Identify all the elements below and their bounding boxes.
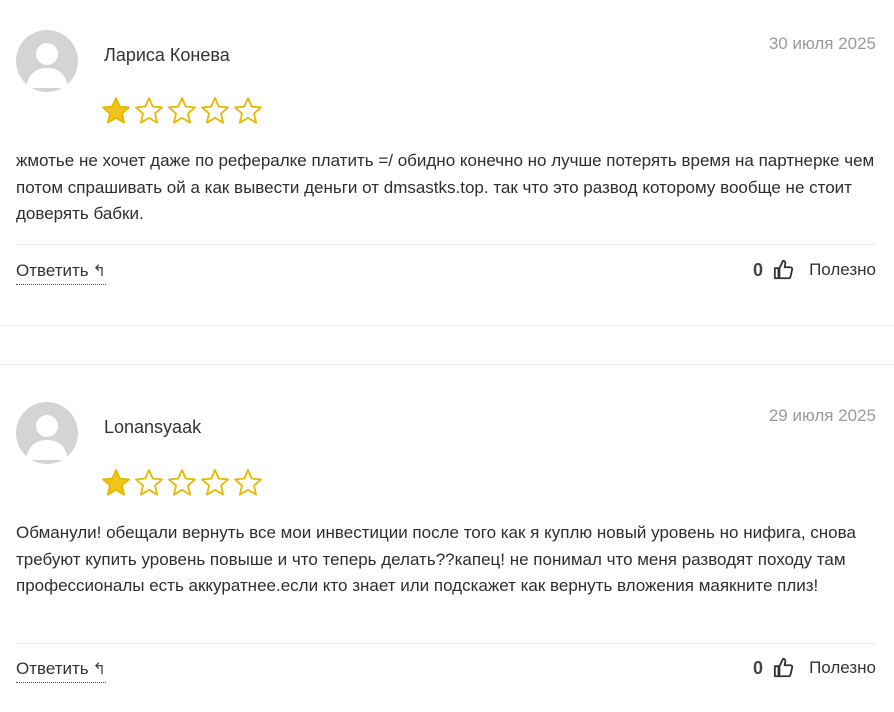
- star-empty-icon: [234, 469, 262, 496]
- divider: [16, 244, 876, 245]
- reply-button[interactable]: Ответить ↰: [16, 261, 107, 285]
- star-empty-icon: [201, 97, 229, 124]
- star-filled-icon: [102, 97, 130, 124]
- author-name: Lonansyaak: [104, 417, 202, 437]
- useful-label[interactable]: Полезно: [809, 260, 876, 280]
- star-empty-icon: [135, 97, 163, 124]
- author-name: Лариса Конева: [104, 45, 230, 65]
- reply-arrow-icon: ↰: [92, 661, 107, 678]
- divider: [16, 643, 876, 644]
- review-separator: [0, 325, 894, 365]
- reply-label: Ответить: [16, 659, 89, 678]
- avatar: [16, 402, 78, 464]
- thumbs-up-icon[interactable]: [773, 259, 795, 281]
- reply-label: Ответить: [16, 261, 89, 280]
- star-empty-icon: [234, 97, 262, 124]
- thumbs-up-icon[interactable]: [773, 657, 795, 679]
- review-date: 29 июля 2025: [768, 406, 876, 425]
- reply-button[interactable]: Ответить ↰: [16, 659, 107, 683]
- useful-vote: 0 Полезно: [753, 657, 876, 679]
- review-text: жмотье не хочет даже по рефералке платит…: [16, 151, 875, 223]
- star-empty-icon: [168, 469, 196, 496]
- review-text: Обманули! обещали вернуть все мои инвест…: [16, 523, 856, 595]
- avatar: [16, 30, 78, 92]
- star-rating: [100, 95, 264, 127]
- review-date: 30 июля 2025: [768, 34, 876, 53]
- star-empty-icon: [201, 469, 229, 496]
- star-rating: [100, 467, 264, 499]
- star-empty-icon: [135, 469, 163, 496]
- useful-count: 0: [753, 259, 764, 280]
- star-empty-icon: [168, 97, 196, 124]
- useful-count: 0: [753, 657, 764, 678]
- user-placeholder-icon: [26, 43, 68, 88]
- star-filled-icon: [102, 469, 130, 496]
- reply-arrow-icon: ↰: [92, 263, 107, 280]
- user-placeholder-icon: [26, 415, 68, 460]
- useful-label[interactable]: Полезно: [809, 658, 876, 678]
- useful-vote: 0 Полезно: [753, 259, 876, 281]
